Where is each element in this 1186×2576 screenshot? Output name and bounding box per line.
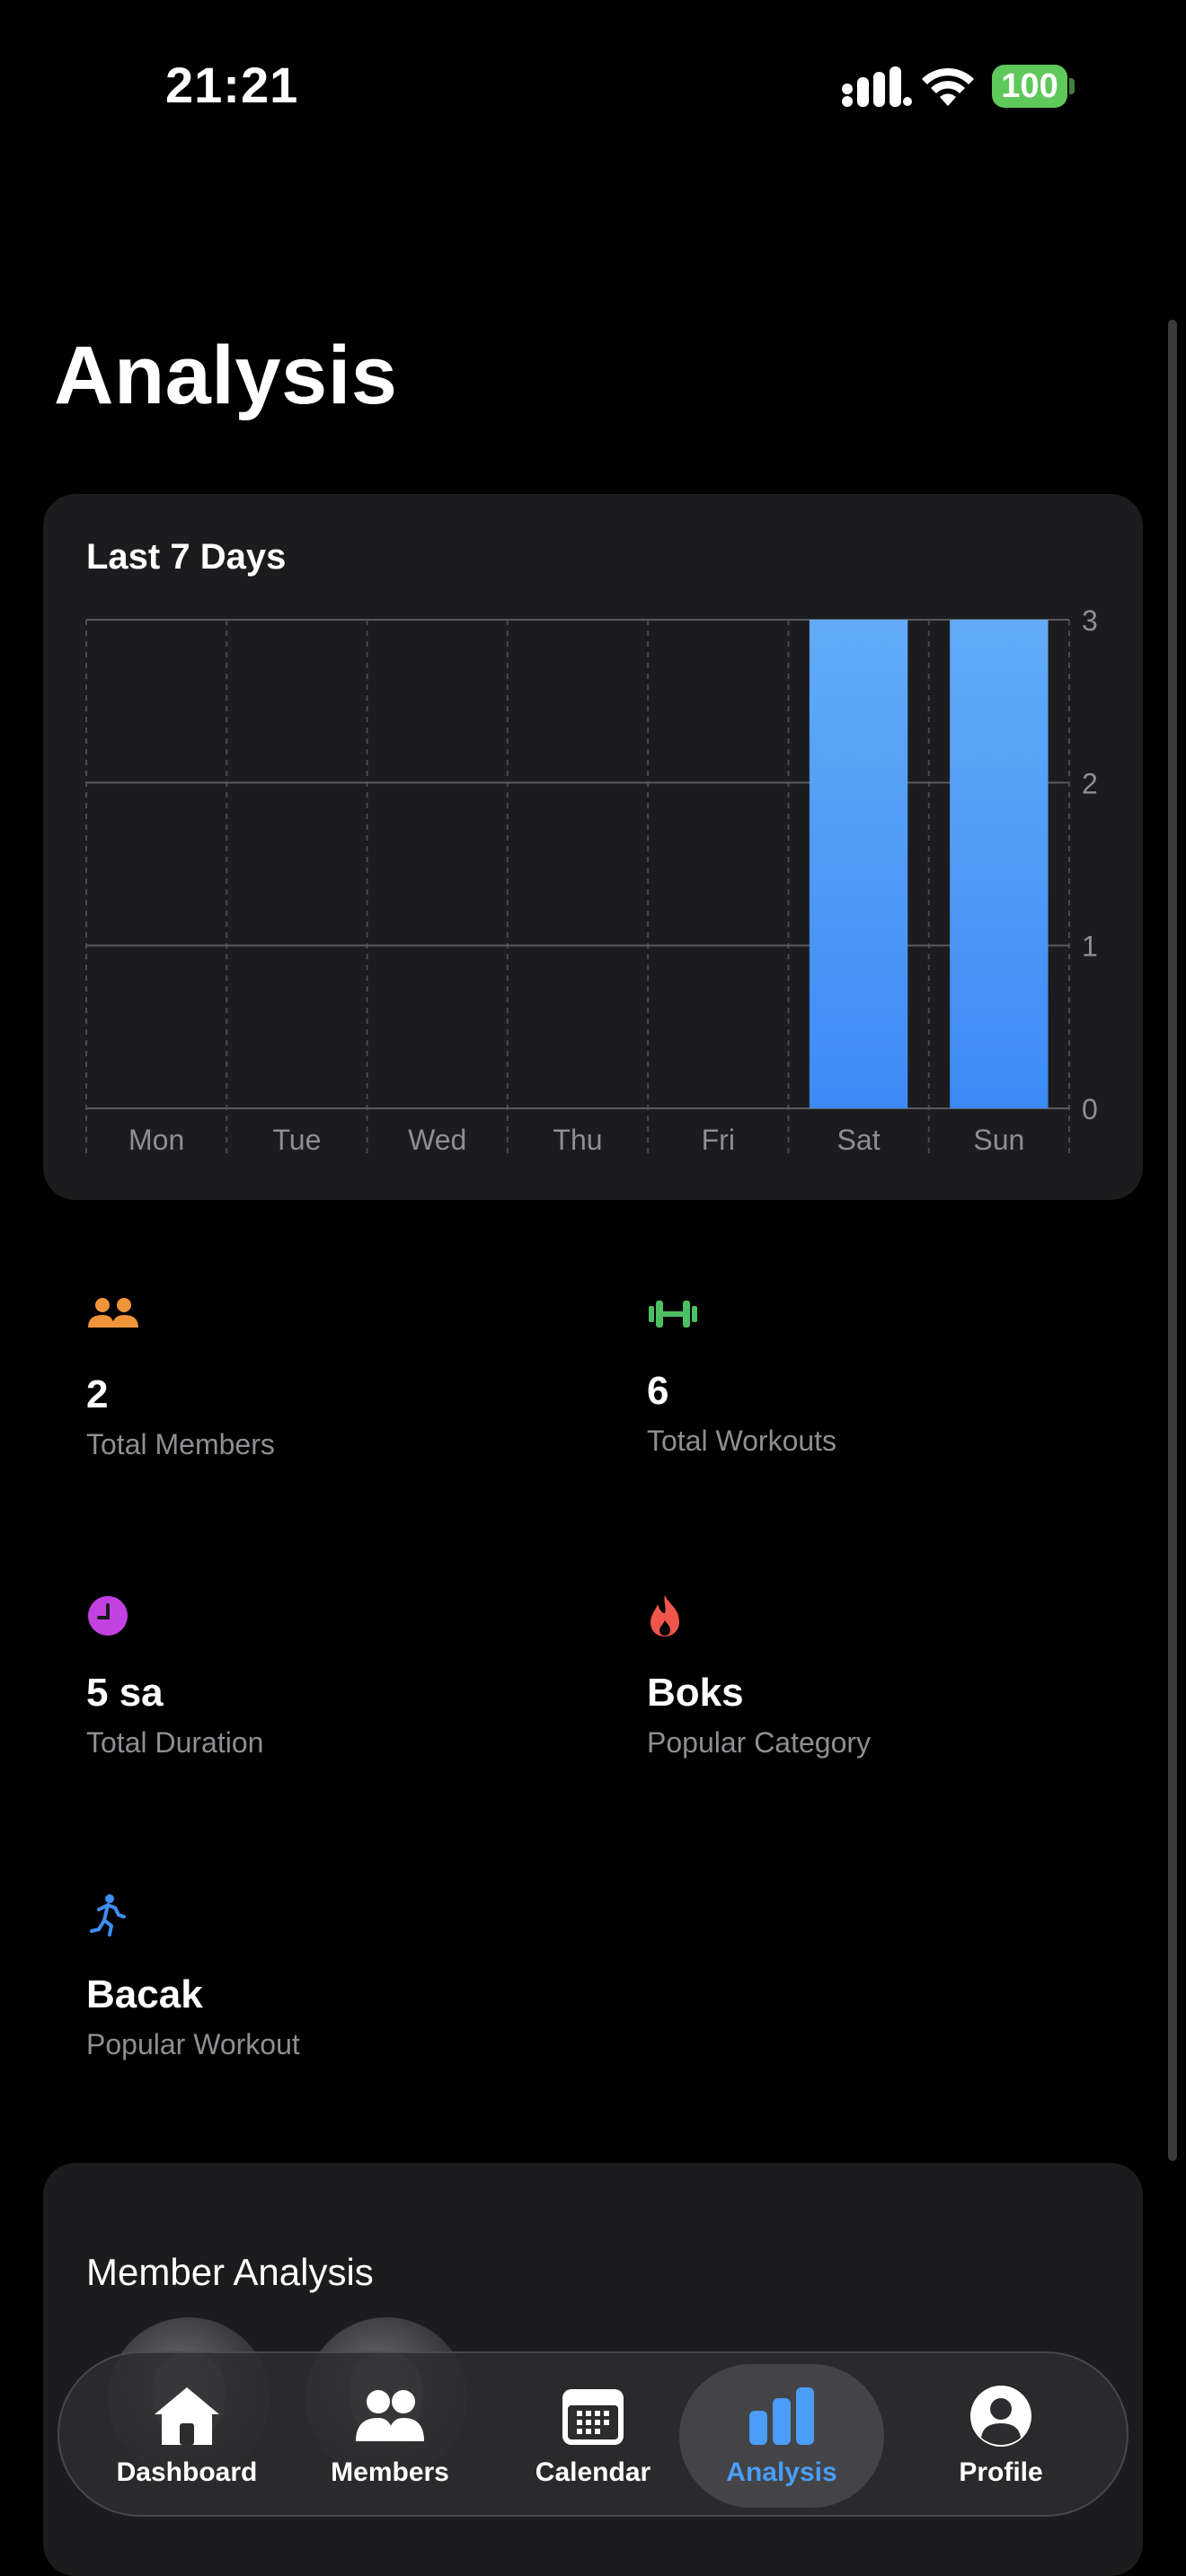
people-icon: [356, 2390, 424, 2441]
person-circle-icon: [970, 2386, 1031, 2447]
scroll-indicator[interactable]: [1168, 320, 1177, 2161]
x-tick-label: Sat: [837, 1124, 881, 1156]
stat-popular-workout: Bacak Popular Workout: [86, 1893, 589, 2073]
tab-bar: Dashboard Members Calendar Analysis Prof…: [58, 2351, 1128, 2517]
bar-sun: [950, 620, 1049, 1108]
y-tick-label: 2: [1082, 767, 1098, 799]
tab-dashboard[interactable]: Dashboard: [84, 2364, 289, 2508]
wifi-icon: [922, 67, 974, 106]
clock-icon: [88, 1596, 128, 1636]
battery-level: 100: [992, 65, 1067, 108]
bar-chart: 0 1 2 3 Mon Tue Wed Thu Fri Sat Sun: [85, 604, 1098, 1156]
y-tick-label: 1: [1082, 931, 1098, 963]
stat-value: Boks: [647, 1671, 744, 1715]
tab-profile[interactable]: Profile: [898, 2364, 1103, 2508]
stat-total-workouts: 6 Total Workouts: [647, 1293, 1150, 1473]
x-tick-label: Wed: [408, 1124, 466, 1156]
x-tick-label: Sun: [973, 1124, 1024, 1156]
page-title: Analysis: [54, 330, 398, 421]
calendar-icon: [562, 2389, 624, 2445]
stat-value: 5 sa: [86, 1671, 164, 1715]
tab-analysis[interactable]: Analysis: [679, 2364, 884, 2508]
stat-label: Total Workouts: [647, 1425, 837, 1457]
x-tick-label: Thu: [553, 1124, 602, 1156]
x-tick-label: Tue: [272, 1124, 321, 1156]
battery-icon: 100: [992, 65, 1075, 108]
cellular-signal-icon: [842, 66, 912, 107]
stat-value: Bacak: [86, 1972, 203, 2016]
x-tick-label: Fri: [702, 1124, 735, 1156]
x-tick-label: Mon: [128, 1124, 184, 1156]
stat-total-members: 2 Total Members: [86, 1293, 589, 1473]
stat-popular-category: Boks Popular Category: [647, 1593, 1150, 1773]
people-icon: [88, 1298, 138, 1328]
member-analysis-title: Member Analysis: [86, 2251, 374, 2293]
status-time: 21:21: [165, 57, 299, 113]
dumbbell-icon: [649, 1301, 697, 1328]
stat-label: Total Duration: [86, 1726, 264, 1759]
running-figure-icon: [90, 1894, 126, 1936]
stat-total-duration: 5 sa Total Duration: [86, 1593, 589, 1773]
tab-members[interactable]: Members: [288, 2364, 492, 2508]
bar-sat: [809, 620, 908, 1108]
chart-card: Last 7 Days 0 1 2 3 Mon Tue Wed Thu Fri Sat Sun: [43, 494, 1143, 1200]
flame-icon: [651, 1595, 679, 1636]
tab-calendar[interactable]: Calendar: [491, 2364, 695, 2508]
stat-label: Total Members: [86, 1428, 275, 1460]
stat-label: Popular Workout: [86, 2028, 300, 2060]
y-tick-label: 0: [1082, 1093, 1098, 1125]
house-icon: [155, 2387, 219, 2445]
chart-icon: [749, 2387, 814, 2445]
stat-label: Popular Category: [647, 1726, 872, 1759]
stat-value: 2: [86, 1372, 109, 1416]
y-tick-label: 3: [1082, 604, 1098, 637]
stat-value: 6: [647, 1369, 669, 1413]
status-bar: 21:21 100: [0, 0, 1186, 171]
